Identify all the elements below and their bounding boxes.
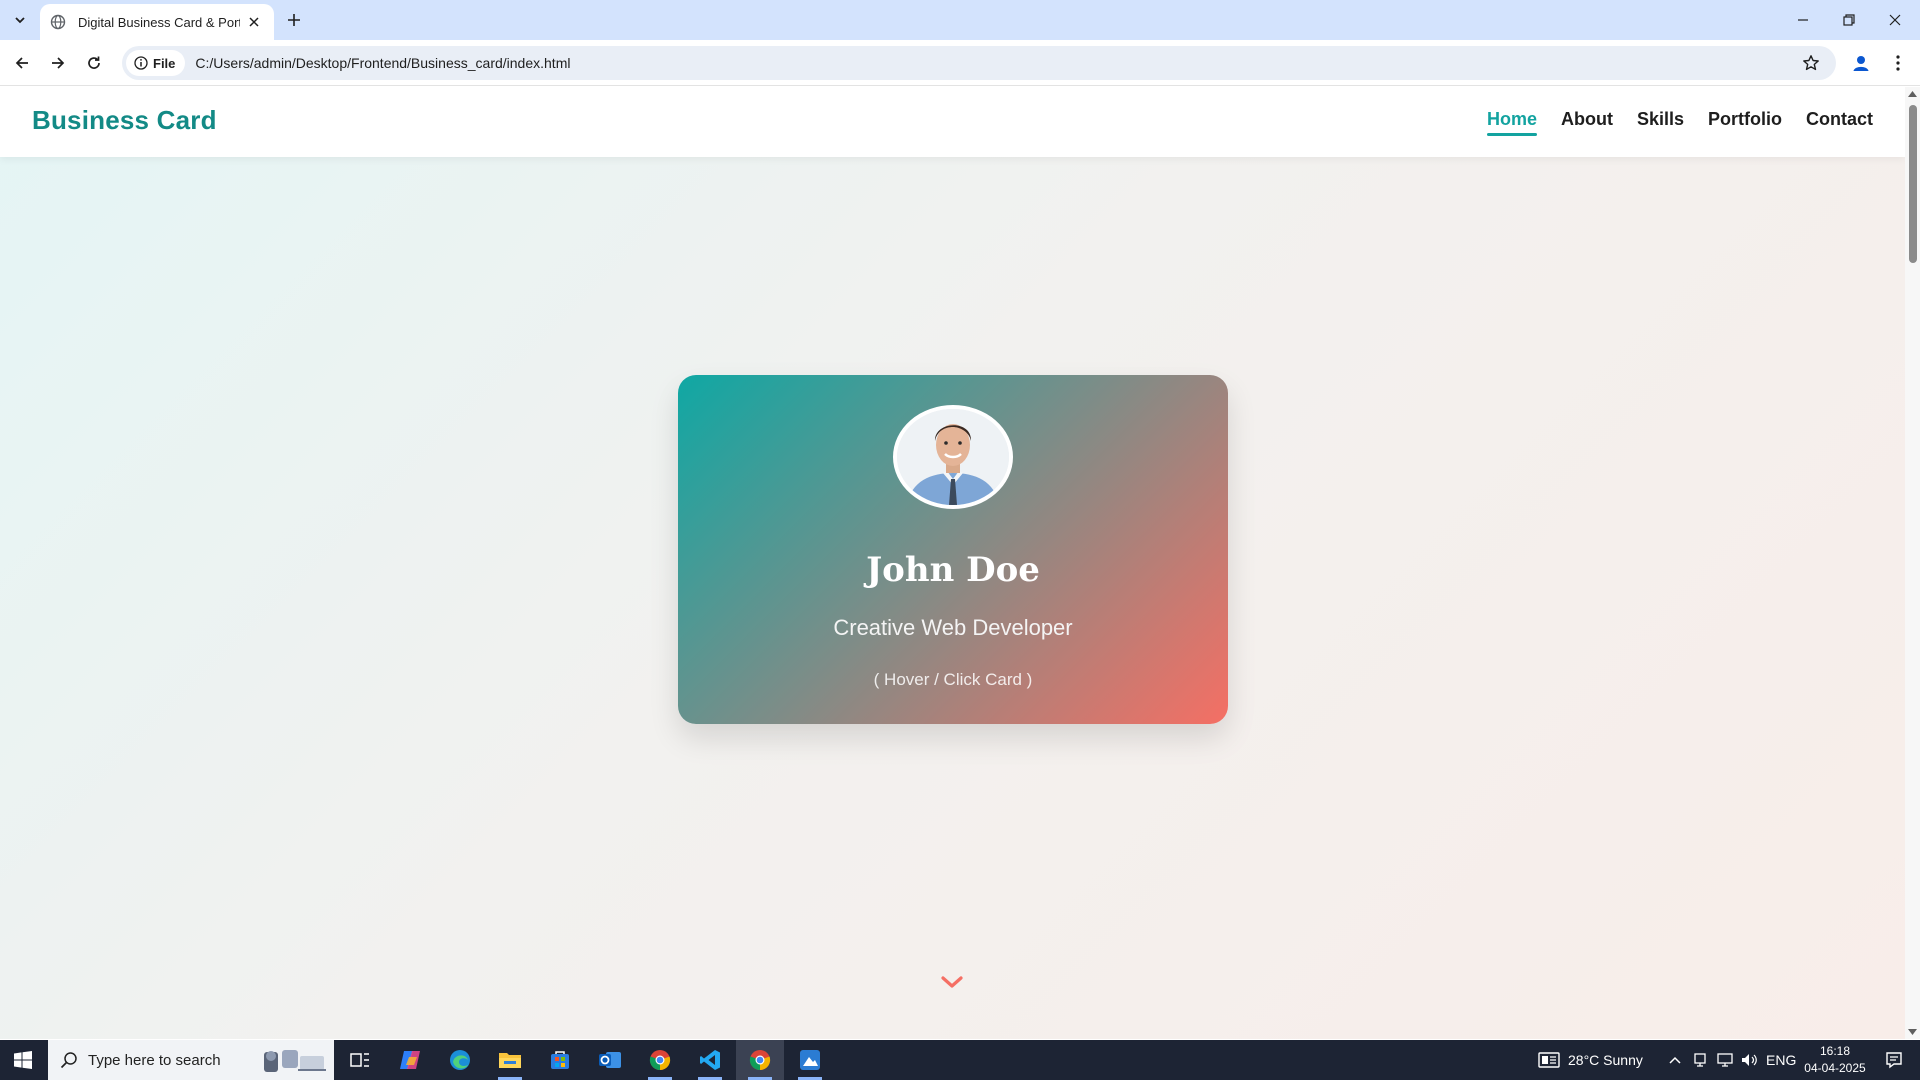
weather-text: 28°C Sunny bbox=[1568, 1052, 1643, 1068]
bookmark-button[interactable] bbox=[1800, 52, 1822, 74]
search-placeholder: Type here to search bbox=[88, 1051, 221, 1069]
clock-date: 04-04-2025 bbox=[1804, 1061, 1866, 1075]
chevron-down-icon bbox=[15, 17, 25, 24]
browser-menu-button[interactable] bbox=[1884, 48, 1912, 78]
nav-contact[interactable]: Contact bbox=[1806, 109, 1873, 136]
system-clock[interactable]: 16:18 04-04-2025 bbox=[1790, 1043, 1880, 1077]
card-hint: ( Hover / Click Card ) bbox=[873, 670, 1033, 689]
reload-button[interactable] bbox=[80, 49, 108, 77]
chevron-down-icon bbox=[941, 976, 963, 988]
more-vertical-icon bbox=[1896, 55, 1900, 71]
search-icon bbox=[60, 1051, 78, 1069]
globe-icon bbox=[50, 14, 66, 30]
chrome-active-icon[interactable] bbox=[736, 1040, 784, 1080]
plus-icon bbox=[288, 14, 300, 26]
arrow-left-icon bbox=[15, 57, 28, 69]
file-explorer-icon[interactable] bbox=[486, 1040, 534, 1080]
card-name: John Doe bbox=[866, 550, 1040, 590]
windows-taskbar: Type here to search 28°C Sunny ENG 16:18… bbox=[0, 1040, 1920, 1080]
scrollbar-thumb[interactable] bbox=[1909, 105, 1917, 263]
start-button[interactable] bbox=[0, 1040, 46, 1080]
close-tab-icon[interactable] bbox=[244, 12, 264, 32]
taskbar-search[interactable]: Type here to search bbox=[48, 1040, 334, 1080]
back-button[interactable] bbox=[8, 49, 36, 77]
browser-toolbar: File C:/Users/admin/Desktop/Frontend/Bus… bbox=[0, 40, 1920, 86]
new-tab-button[interactable] bbox=[280, 8, 308, 32]
nav-home[interactable]: Home bbox=[1486, 109, 1537, 136]
volume-icon[interactable] bbox=[1740, 1040, 1758, 1080]
scroll-up-arrow-icon[interactable] bbox=[1908, 91, 1917, 97]
chrome-icon[interactable] bbox=[636, 1040, 684, 1080]
chevron-up-icon[interactable] bbox=[1668, 1040, 1682, 1080]
scroll-down-arrow-icon[interactable] bbox=[1908, 1029, 1917, 1035]
business-card[interactable]: John Doe Creative Web Developer ( Hover … bbox=[678, 375, 1228, 724]
windows-logo-icon bbox=[14, 1051, 32, 1069]
star-icon bbox=[1803, 55, 1819, 71]
outlook-icon[interactable] bbox=[586, 1040, 634, 1080]
address-bar[interactable]: File C:/Users/admin/Desktop/Frontend/Bus… bbox=[122, 46, 1836, 80]
site-chip-label: File bbox=[153, 55, 176, 71]
vs-code-icon[interactable] bbox=[686, 1040, 734, 1080]
tab-title: Digital Business Card & Portfolio bbox=[78, 14, 241, 30]
profile-button[interactable] bbox=[1846, 48, 1876, 78]
tab-search-button[interactable] bbox=[8, 8, 32, 32]
clock-time: 16:18 bbox=[1819, 1044, 1851, 1058]
avatar bbox=[893, 405, 1013, 509]
card-role: Creative Web Developer bbox=[833, 615, 1073, 640]
browser-tab-active[interactable]: Digital Business Card & Portfolio bbox=[40, 4, 274, 40]
microsoft-store-icon[interactable] bbox=[536, 1040, 584, 1080]
restore-icon bbox=[1843, 14, 1855, 26]
brand-logo[interactable]: Business Card bbox=[32, 105, 217, 136]
edge-icon[interactable] bbox=[436, 1040, 484, 1080]
nav-about[interactable]: About bbox=[1561, 109, 1613, 136]
minimize-icon bbox=[1798, 19, 1808, 21]
close-icon bbox=[1889, 14, 1901, 26]
url-text[interactable]: C:/Users/admin/Desktop/Frontend/Business… bbox=[195, 55, 570, 71]
weather-display-icon bbox=[1538, 1052, 1560, 1068]
page-viewport: Business Card Home About Skills Portfoli… bbox=[0, 87, 1905, 1039]
arrow-right-icon bbox=[52, 57, 65, 69]
nav-skills[interactable]: Skills bbox=[1637, 109, 1684, 136]
info-icon bbox=[134, 56, 148, 70]
device-icon[interactable] bbox=[1692, 1040, 1708, 1080]
task-view-icon[interactable] bbox=[336, 1040, 384, 1080]
site-info-chip[interactable]: File bbox=[126, 50, 186, 76]
close-window-button[interactable] bbox=[1872, 0, 1918, 40]
restore-button[interactable] bbox=[1826, 0, 1872, 40]
browser-tabstrip: Digital Business Card & Portfolio bbox=[0, 0, 1920, 40]
profile-icon bbox=[1853, 56, 1869, 71]
page-scrollbar[interactable] bbox=[1905, 87, 1920, 1039]
search-highlight-illustration-icon bbox=[264, 1050, 326, 1072]
image-app-icon[interactable] bbox=[786, 1040, 834, 1080]
scroll-down-chevron[interactable] bbox=[938, 973, 966, 991]
weather-widget[interactable]: 28°C Sunny bbox=[1538, 1040, 1643, 1080]
reload-icon bbox=[88, 56, 100, 69]
site-header: Business Card Home About Skills Portfoli… bbox=[0, 87, 1905, 157]
nav-portfolio[interactable]: Portfolio bbox=[1708, 109, 1782, 136]
notification-center-button[interactable] bbox=[1872, 1040, 1916, 1080]
copilot-icon[interactable] bbox=[386, 1040, 434, 1080]
minimize-button[interactable] bbox=[1780, 0, 1826, 40]
network-icon[interactable] bbox=[1716, 1040, 1734, 1080]
notification-icon bbox=[1886, 1052, 1902, 1069]
main-nav: Home About Skills Portfolio Contact bbox=[1486, 109, 1873, 136]
forward-button[interactable] bbox=[44, 49, 72, 77]
